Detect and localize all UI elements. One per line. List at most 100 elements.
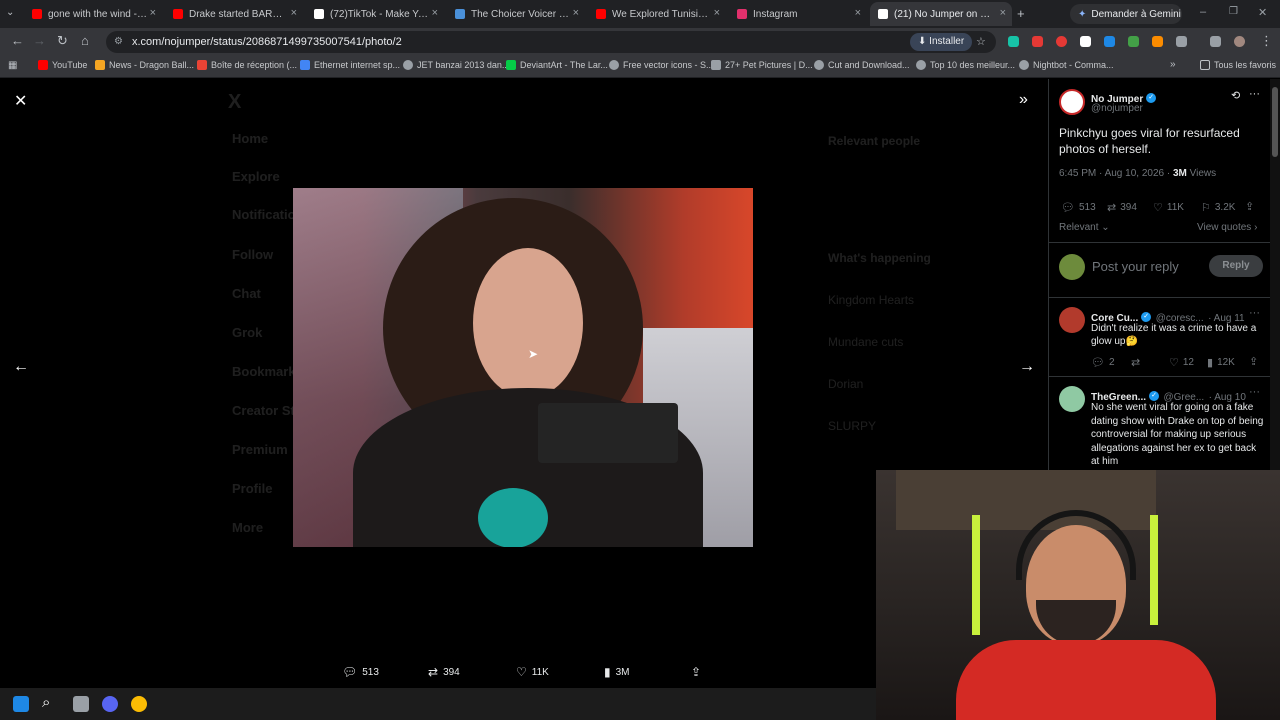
- reply-action[interactable]: 💬︎ 2: [1091, 356, 1115, 369]
- home-icon[interactable]: ⌂: [81, 33, 89, 48]
- tab-label: (72)TikTok - Make Your Da: [330, 8, 430, 20]
- extensions-puzzle-icon[interactable]: [1176, 36, 1187, 47]
- bookmark-item[interactable]: Cut and Download...: [814, 60, 910, 70]
- browser-tab[interactable]: gone with the wind - YouT ×: [24, 2, 162, 26]
- task-view-icon[interactable]: [73, 696, 89, 712]
- reply-avatar[interactable]: [1059, 307, 1085, 333]
- reading-list-icon[interactable]: [1210, 36, 1221, 47]
- reply-action[interactable]: 💬︎ 513: [1061, 201, 1096, 214]
- tab-label: Drake started BARKING li: [189, 8, 289, 20]
- extension-icon[interactable]: [1080, 36, 1091, 47]
- profile-avatar[interactable]: [1234, 36, 1245, 47]
- back-icon[interactable]: ←: [11, 33, 24, 48]
- windows-start-icon[interactable]: [13, 696, 29, 712]
- bookmark-count: 3.2K: [1214, 202, 1236, 213]
- more-options-icon[interactable]: ···: [1249, 88, 1260, 100]
- extension-icon[interactable]: [1008, 36, 1019, 47]
- collapse-panel-icon[interactable]: »: [1019, 91, 1028, 109]
- browser-tab[interactable]: (72)TikTok - Make Your Da ×: [306, 2, 444, 26]
- close-icon[interactable]: ×: [714, 7, 720, 19]
- bookmarks-bar: ▦ YouTube News - Dragon Ball... Boîte de…: [0, 56, 1280, 78]
- bookmark-star-icon[interactable]: ☆: [976, 31, 986, 53]
- chevron-right-icon[interactable]: »: [1170, 59, 1176, 70]
- extension-icon[interactable]: [1152, 36, 1163, 47]
- bookmark-item[interactable]: DeviantArt - The Lar...: [506, 60, 608, 70]
- tab-search-icon[interactable]: ⌄: [6, 7, 14, 18]
- reply-avatar[interactable]: [1059, 386, 1085, 412]
- all-bookmarks-folder[interactable]: Tous les favoris: [1200, 60, 1276, 70]
- reload-icon[interactable]: ↻: [57, 33, 68, 49]
- browser-tab[interactable]: Drake started BARKING li ×: [165, 2, 303, 26]
- bookmark-action[interactable]: ⚐ 3.2K: [1201, 201, 1235, 214]
- extension-icon[interactable]: [1056, 36, 1067, 47]
- install-button[interactable]: ⬇ Installer: [910, 33, 973, 51]
- gemini-button[interactable]: ✦ Demander à Gemini: [1070, 4, 1182, 24]
- minimize-icon[interactable]: –: [1200, 6, 1206, 18]
- close-icon[interactable]: ×: [150, 7, 156, 19]
- media-replies[interactable]: 💬︎ 513: [342, 665, 379, 679]
- close-icon[interactable]: ×: [432, 7, 438, 19]
- media-share[interactable]: ⇪: [691, 665, 706, 679]
- new-tab-icon[interactable]: +: [1017, 6, 1025, 21]
- bookmark-item[interactable]: News - Dragon Ball...: [95, 60, 194, 70]
- tweet-views-label: Views: [1186, 168, 1217, 179]
- scrollbar-thumb[interactable]: [1272, 87, 1278, 157]
- grok-icon[interactable]: ⟲: [1231, 89, 1240, 102]
- bookmark-label: 27+ Pet Pictures | D...: [725, 60, 813, 70]
- repost-action[interactable]: ⇄: [1131, 356, 1144, 369]
- browser-tab-active[interactable]: (21) No Jumper on X: "Pin ×: [870, 2, 1012, 26]
- repost-action[interactable]: ⇄ 394: [1107, 201, 1137, 214]
- more-options-icon[interactable]: ···: [1249, 386, 1260, 398]
- bookmark-item[interactable]: YouTube: [38, 60, 87, 70]
- close-window-icon[interactable]: ✕: [1258, 6, 1267, 19]
- bg-trend: Kingdom Hearts: [828, 293, 915, 307]
- search-icon[interactable]: ⌕: [42, 694, 50, 711]
- bookmark-item[interactable]: Boîte de réception (...: [197, 60, 297, 70]
- close-icon[interactable]: ×: [1000, 7, 1006, 19]
- bookmark-item[interactable]: Ethernet internet sp...: [300, 60, 400, 70]
- forward-icon[interactable]: →: [33, 33, 46, 48]
- close-icon[interactable]: ×: [855, 7, 861, 19]
- bookmark-item[interactable]: Top 10 des meilleur...: [916, 60, 1015, 70]
- browser-tab[interactable]: Instagram ×: [729, 2, 867, 26]
- more-options-icon[interactable]: ···: [1249, 307, 1260, 319]
- discord-icon[interactable]: [102, 696, 118, 712]
- view-quotes-link[interactable]: View quotes ›: [1197, 222, 1257, 233]
- bookmark-item[interactable]: Nightbot - Comma...: [1019, 60, 1114, 70]
- previous-photo-icon[interactable]: ←: [13, 358, 29, 376]
- close-viewer-icon[interactable]: ✕: [14, 91, 27, 111]
- reply-input[interactable]: Post your reply: [1092, 259, 1179, 274]
- views-action[interactable]: ▮ 12K: [1207, 356, 1235, 369]
- os-taskbar: ⌕: [0, 688, 876, 720]
- media-views[interactable]: ▮ 3M: [604, 665, 630, 679]
- close-icon[interactable]: ×: [291, 7, 297, 19]
- close-icon[interactable]: ×: [573, 7, 579, 19]
- extension-icon[interactable]: [1032, 36, 1043, 47]
- extension-icon[interactable]: [1128, 36, 1139, 47]
- like-action[interactable]: ♡ 12: [1169, 356, 1194, 369]
- browser-tabstrip: ⌄ gone with the wind - YouT × Drake star…: [0, 0, 1280, 28]
- bookmark-item[interactable]: Free vector icons - S...: [609, 60, 714, 70]
- browser-tab[interactable]: We Explored Tunisia's Mo ×: [588, 2, 726, 26]
- more-menu-icon[interactable]: ⋮: [1260, 33, 1273, 49]
- like-action[interactable]: ♡ 11K: [1153, 201, 1184, 214]
- media-reposts[interactable]: ⇄ 394: [428, 665, 460, 679]
- sort-dropdown[interactable]: Relevant ⌄: [1059, 222, 1110, 233]
- tweet-photo[interactable]: [293, 188, 753, 547]
- bookmark-item[interactable]: JET banzai 2013 dan...: [403, 60, 509, 70]
- site-info-icon[interactable]: ⚙: [114, 31, 123, 53]
- instagram-icon: [737, 9, 747, 19]
- restore-icon[interactable]: ❐: [1229, 6, 1238, 17]
- chrome-icon[interactable]: [131, 696, 147, 712]
- author-avatar[interactable]: [1059, 89, 1085, 115]
- extension-icon[interactable]: [1104, 36, 1115, 47]
- share-icon[interactable]: ⇪: [1245, 200, 1254, 213]
- bookmark-item[interactable]: 27+ Pet Pictures | D...: [711, 60, 813, 70]
- address-bar[interactable]: ⚙ x.com/nojumper/status/2086871499735007…: [106, 31, 996, 53]
- next-photo-icon[interactable]: →: [1019, 358, 1035, 376]
- apps-grid-icon[interactable]: ▦: [8, 60, 17, 71]
- media-likes[interactable]: ♡ 11K: [516, 665, 549, 679]
- share-icon[interactable]: ⇪: [1249, 355, 1258, 368]
- browser-tab[interactable]: The Choicer Voicer by Yea ×: [447, 2, 585, 26]
- reply-button[interactable]: Reply: [1209, 255, 1263, 277]
